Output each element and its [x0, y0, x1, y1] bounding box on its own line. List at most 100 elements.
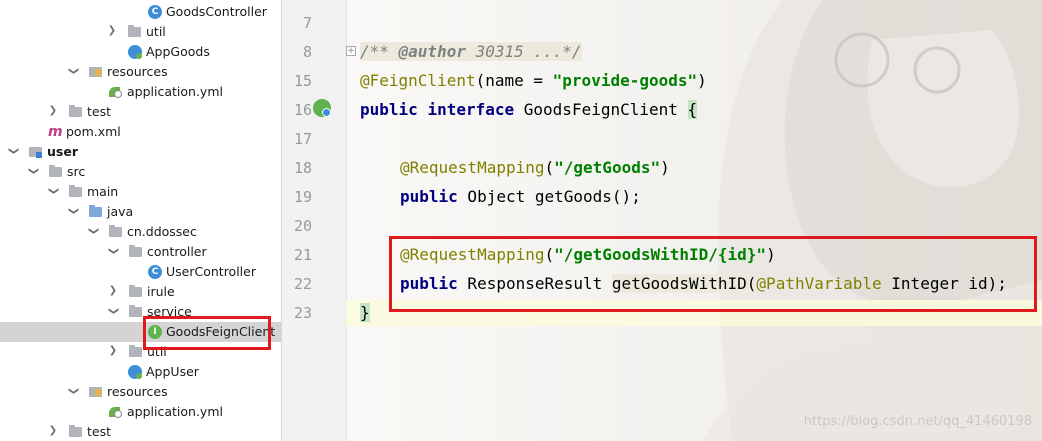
line-number: 23 [293, 304, 312, 322]
yaml-file-icon [108, 405, 122, 419]
gutter-separator [346, 0, 347, 441]
chevron-right-icon[interactable]: ❯ [107, 25, 117, 37]
folder-icon [69, 425, 83, 439]
tree-item-appgoods[interactable]: AppGoods [0, 42, 281, 62]
tree-item-label: application.yml [127, 404, 223, 419]
tree-item-application-yml-2[interactable]: application.yml [0, 402, 281, 422]
line-number: 19 [293, 188, 312, 206]
class-icon: C [148, 265, 162, 279]
tree-item-label: AppGoods [146, 44, 210, 59]
tree-item-label: resources [107, 384, 168, 399]
code-line-15[interactable]: @FeignClient(name = "provide-goods") [360, 70, 707, 92]
tree-item-label: controller [147, 244, 207, 259]
code-editor[interactable]: 7 8 15 16 17 18 19 20 21 22 23 + /** @au… [282, 0, 1042, 441]
tree-item-main[interactable]: ❯ main [0, 182, 281, 202]
doc-comment: /** @author 30315 ...*/ [360, 42, 582, 61]
tree-item-pom-xml[interactable]: m pom.xml [0, 122, 281, 142]
folder-icon [69, 185, 83, 199]
keyword-token: public [360, 100, 418, 119]
folder-icon [69, 105, 83, 119]
chevron-right-icon[interactable]: ❯ [48, 105, 58, 117]
tree-item-appuser[interactable]: AppUser [0, 362, 281, 382]
package-icon [129, 305, 143, 319]
tree-item-cn-ddossec[interactable]: ❯ cn.ddossec [0, 222, 281, 242]
code-token: ( [544, 158, 555, 177]
tree-item-test-2[interactable]: ❯ test [0, 422, 281, 441]
tree-item-resources[interactable]: ❯ resources [0, 62, 281, 82]
package-icon [129, 245, 143, 259]
tree-item-label: pom.xml [66, 124, 121, 139]
source-folder-icon [89, 205, 103, 219]
tree-item-label: test [87, 104, 112, 119]
code-highlight-box [389, 236, 1037, 312]
implemented-by-icon[interactable] [313, 99, 331, 117]
tree-item-irule[interactable]: ❯ irule [0, 282, 281, 302]
chevron-down-icon[interactable]: ❯ [67, 386, 79, 396]
code-line-16[interactable]: public interface GoodsFeignClient { [360, 99, 698, 121]
line-number: 20 [293, 217, 312, 235]
line-number: 8 [302, 43, 312, 61]
keyword-token: interface [427, 100, 515, 119]
tree-item-label: GoodsController [166, 4, 267, 19]
watermark-text: https://blog.csdn.net/qq_41460198 [803, 414, 1032, 429]
tree-item-label: user [47, 144, 78, 159]
tree-item-test[interactable]: ❯ test [0, 102, 281, 122]
folder-icon [128, 25, 142, 39]
tree-highlight-box [143, 316, 271, 350]
chevron-right-icon[interactable]: ❯ [108, 285, 118, 297]
tree-item-goodscontroller[interactable]: C GoodsController [0, 2, 281, 22]
line-number: 16 [293, 101, 312, 119]
code-line-8[interactable]: /** @author 30315 ...*/ [360, 41, 582, 63]
code-token: GoodsFeignClient [514, 100, 688, 119]
keyword-token: public [400, 187, 458, 206]
resources-folder-icon [89, 385, 103, 399]
package-icon [109, 225, 123, 239]
string-token: "/getGoods" [554, 158, 661, 177]
project-tree: C GoodsController ❯ util AppGoods ❯ reso… [0, 0, 281, 441]
tree-item-label: irule [147, 284, 175, 299]
tree-item-controller[interactable]: ❯ controller [0, 242, 281, 262]
line-number: 15 [293, 72, 312, 90]
line-number: 22 [293, 275, 312, 293]
package-icon [129, 285, 143, 299]
tree-item-usercontroller[interactable]: C UserController [0, 262, 281, 282]
chevron-down-icon[interactable]: ❯ [107, 306, 119, 316]
code-token: (name = [475, 71, 553, 90]
string-token: "provide-goods" [552, 71, 698, 90]
line-number: 18 [293, 159, 312, 177]
tree-item-user[interactable]: ❯ user [0, 142, 281, 162]
tree-item-resources-2[interactable]: ❯ resources [0, 382, 281, 402]
yaml-file-icon [108, 85, 122, 99]
tree-item-label: resources [107, 64, 168, 79]
chevron-down-icon[interactable]: ❯ [47, 186, 59, 196]
chevron-right-icon[interactable]: ❯ [48, 425, 58, 437]
tree-item-application-yml[interactable]: application.yml [0, 82, 281, 102]
tree-item-label: src [67, 164, 86, 179]
tree-item-src[interactable]: ❯ src [0, 162, 281, 182]
line-number: 7 [302, 14, 312, 32]
chevron-down-icon[interactable]: ❯ [107, 246, 119, 256]
code-line-23[interactable]: } [360, 302, 370, 324]
code-token: ) [660, 158, 670, 177]
matched-brace: } [360, 303, 370, 322]
chevron-down-icon[interactable]: ❯ [7, 146, 19, 156]
editor-background-image [702, 0, 1042, 441]
tree-item-label: test [87, 424, 112, 439]
fold-expand-icon[interactable]: + [346, 46, 356, 56]
tree-item-util[interactable]: ❯ util [0, 22, 281, 42]
chevron-down-icon[interactable]: ❯ [27, 166, 39, 176]
folder-icon [49, 165, 63, 179]
tree-item-java[interactable]: ❯ java [0, 202, 281, 222]
code-line-18[interactable]: @RequestMapping("/getGoods") [400, 157, 670, 179]
chevron-down-icon[interactable]: ❯ [87, 226, 99, 236]
line-number: 17 [293, 130, 312, 148]
annotation-token: @FeignClient [360, 71, 476, 90]
code-token: ) [697, 71, 707, 90]
annotation-token: @RequestMapping [400, 158, 545, 177]
chevron-down-icon[interactable]: ❯ [67, 206, 79, 216]
resources-folder-icon [89, 65, 103, 79]
line-number: 21 [293, 246, 312, 264]
code-line-19[interactable]: public Object getGoods(); [400, 186, 641, 208]
chevron-right-icon[interactable]: ❯ [108, 345, 118, 357]
chevron-down-icon[interactable]: ❯ [67, 66, 79, 76]
